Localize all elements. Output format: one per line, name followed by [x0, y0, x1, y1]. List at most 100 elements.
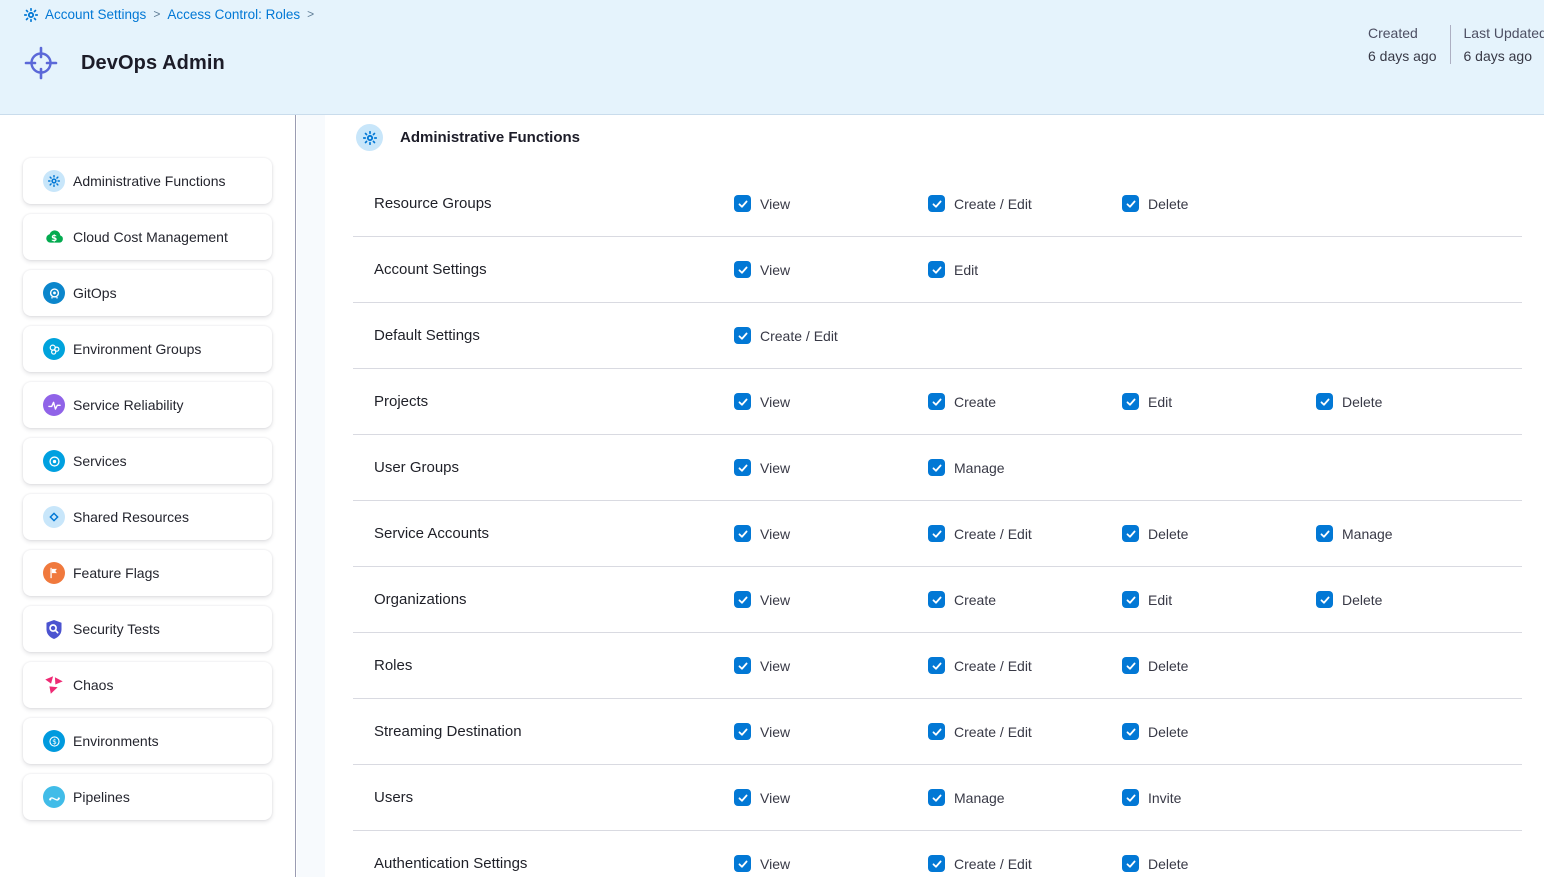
sidebar-item-gitops[interactable]: GitOps	[23, 270, 272, 316]
permission-label[interactable]: Delete	[1148, 196, 1188, 212]
permission-label[interactable]: View	[760, 262, 790, 278]
permission-checkbox[interactable]	[734, 855, 751, 872]
permission-checkbox[interactable]	[1122, 393, 1139, 410]
created-label: Created	[1368, 25, 1437, 41]
sidebar-item-label: Administrative Functions	[73, 173, 226, 189]
permission-checkbox[interactable]	[1122, 195, 1139, 212]
permission-checkbox[interactable]	[1122, 525, 1139, 542]
sidebar-item-service-reliability[interactable]: Service Reliability	[23, 382, 272, 428]
sidebar-item-cloud-cost-management[interactable]: $ Cloud Cost Management	[23, 214, 272, 260]
permission-checkbox[interactable]	[928, 855, 945, 872]
permission-checkbox[interactable]	[1122, 657, 1139, 674]
permission-label[interactable]: View	[760, 790, 790, 806]
permission-checkbox[interactable]	[734, 525, 751, 542]
permission-action: Edit	[1122, 591, 1316, 608]
permission-checkbox[interactable]	[928, 195, 945, 212]
permission-checkbox[interactable]	[734, 261, 751, 278]
permission-checkbox[interactable]	[928, 459, 945, 476]
checkmark-icon	[1125, 396, 1137, 408]
permission-checkbox[interactable]	[928, 723, 945, 740]
sidebar-item-security-tests[interactable]: Security Tests	[23, 606, 272, 652]
permission-checkbox[interactable]	[734, 591, 751, 608]
permission-checkbox[interactable]	[1316, 591, 1333, 608]
permission-label[interactable]: Delete	[1148, 724, 1188, 740]
permission-checkbox[interactable]	[734, 459, 751, 476]
permission-label[interactable]: View	[760, 460, 790, 476]
permission-checkbox[interactable]	[1122, 789, 1139, 806]
cloud-dollar-icon: $	[43, 226, 65, 248]
permission-label[interactable]: Edit	[1148, 592, 1172, 608]
permission-label[interactable]: Create / Edit	[760, 328, 838, 344]
permission-label[interactable]: Manage	[954, 460, 1005, 476]
permission-label[interactable]: Delete	[1148, 658, 1188, 674]
permission-checkbox[interactable]	[734, 723, 751, 740]
sidebar-item-feature-flags[interactable]: Feature Flags	[23, 550, 272, 596]
permission-label[interactable]: View	[760, 394, 790, 410]
permission-checkbox[interactable]	[1316, 393, 1333, 410]
sidebar-item-services[interactable]: Services	[23, 438, 272, 484]
permission-label[interactable]: Create	[954, 592, 996, 608]
permission-checkbox[interactable]	[734, 789, 751, 806]
permission-checkbox[interactable]	[734, 195, 751, 212]
permission-checkbox[interactable]	[928, 525, 945, 542]
permission-label[interactable]: View	[760, 526, 790, 542]
permission-checkbox[interactable]	[928, 591, 945, 608]
resource-name: Organizations	[353, 591, 734, 608]
permission-checkbox[interactable]	[928, 789, 945, 806]
permission-checkbox[interactable]	[1122, 723, 1139, 740]
permission-checkbox[interactable]	[1122, 591, 1139, 608]
permission-label[interactable]: View	[760, 592, 790, 608]
permission-label[interactable]: View	[760, 196, 790, 212]
permission-label[interactable]: Create / Edit	[954, 856, 1032, 872]
permission-label[interactable]: View	[760, 658, 790, 674]
permission-checkbox[interactable]	[928, 657, 945, 674]
permission-action: Delete	[1122, 525, 1316, 542]
permission-checkbox[interactable]	[928, 261, 945, 278]
permission-checkbox[interactable]	[1122, 855, 1139, 872]
permission-label[interactable]: Edit	[954, 262, 978, 278]
permission-checkbox[interactable]	[1316, 525, 1333, 542]
permission-label[interactable]: Create	[954, 394, 996, 410]
sidebar-item-chaos[interactable]: Chaos	[23, 662, 272, 708]
permission-label[interactable]: Create / Edit	[954, 526, 1032, 542]
permission-checkbox[interactable]	[928, 393, 945, 410]
breadcrumb-link-access-control-roles[interactable]: Access Control: Roles	[167, 7, 300, 22]
permission-label[interactable]: Delete	[1148, 526, 1188, 542]
permission-row: Resource Groups View Create / Edit Delet…	[353, 171, 1522, 237]
permission-label[interactable]: Manage	[954, 790, 1005, 806]
permission-label[interactable]: Create / Edit	[954, 658, 1032, 674]
permission-label[interactable]: View	[760, 724, 790, 740]
permission-row: Organizations View Create Edit	[353, 567, 1522, 633]
permission-label[interactable]: Invite	[1148, 790, 1181, 806]
checkmark-icon	[1319, 528, 1331, 540]
permission-action: View	[734, 591, 928, 608]
permission-row: Account Settings View Edit	[353, 237, 1522, 303]
permission-action: Invite	[1122, 789, 1316, 806]
created-meta: Created 6 days ago	[1368, 25, 1437, 64]
sidebar-item-environments[interactable]: $ Environments	[23, 718, 272, 764]
permission-checkbox[interactable]	[734, 393, 751, 410]
permission-action: Create	[928, 591, 1122, 608]
breadcrumb-link-account-settings[interactable]: Account Settings	[45, 7, 146, 22]
sidebar-item-environment-groups[interactable]: Environment Groups	[23, 326, 272, 372]
permission-label[interactable]: Create / Edit	[954, 196, 1032, 212]
permission-action: Delete	[1122, 855, 1316, 872]
permission-label[interactable]: Create / Edit	[954, 724, 1032, 740]
sidebar-item-pipelines[interactable]: Pipelines	[23, 774, 272, 820]
permission-checkbox[interactable]	[734, 327, 751, 344]
sidebar-item-shared-resources[interactable]: Shared Resources	[23, 494, 272, 540]
sidebar-item-administrative-functions[interactable]: Administrative Functions	[23, 158, 272, 204]
permission-label[interactable]: Delete	[1342, 394, 1382, 410]
permission-label[interactable]: View	[760, 856, 790, 872]
sidebar-item-label: Pipelines	[73, 789, 130, 805]
permission-label[interactable]: Edit	[1148, 394, 1172, 410]
permission-checkbox[interactable]	[734, 657, 751, 674]
checkmark-icon	[737, 528, 749, 540]
permission-label[interactable]: Manage	[1342, 526, 1393, 542]
created-value: 6 days ago	[1368, 48, 1437, 64]
permission-label[interactable]: Delete	[1148, 856, 1188, 872]
permission-action: Create	[928, 393, 1122, 410]
permission-label[interactable]: Delete	[1342, 592, 1382, 608]
meta-divider	[1450, 25, 1451, 64]
permission-action: Edit	[928, 261, 1122, 278]
